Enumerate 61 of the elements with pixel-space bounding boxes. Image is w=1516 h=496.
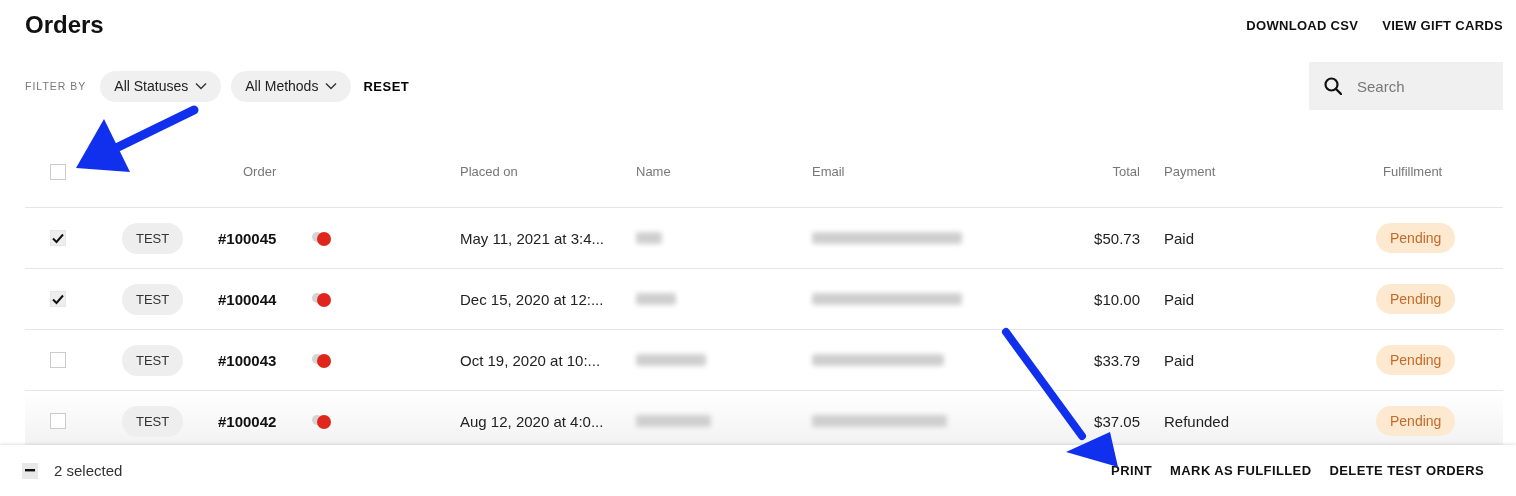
header-link[interactable]: VIEW GIFT CARDS — [1382, 17, 1503, 33]
table-cell: Oct 19, 2020 at 10:... — [460, 351, 601, 369]
column-header: Payment — [1164, 164, 1216, 179]
checkbox[interactable] — [50, 230, 66, 246]
order-number[interactable]: #100043 — [218, 351, 277, 369]
table-cell: Paid — [1164, 351, 1195, 369]
column-header: Fulfillment — [1383, 164, 1443, 179]
table-cell: $10.00 — [1094, 290, 1140, 308]
table-cell: Paid — [1164, 229, 1195, 247]
page-title: Orders — [25, 11, 104, 39]
table-cell: May 11, 2021 at 3:4... — [460, 229, 604, 247]
filter-label: FILTER BY — [25, 80, 87, 92]
test-badge: TEST — [122, 405, 184, 437]
table-cell: Refunded — [1164, 412, 1230, 430]
blurred-text — [636, 293, 676, 305]
header-link[interactable]: DOWNLOAD CSV — [1246, 17, 1359, 33]
status-badge: Pending — [1376, 223, 1456, 253]
reset-button[interactable]: RESET — [361, 78, 412, 94]
column-header: Name — [636, 164, 671, 179]
checkmark-icon — [51, 232, 65, 244]
checkmark-icon — [51, 293, 65, 305]
order-number[interactable]: #100045 — [218, 229, 277, 247]
test-badge: TEST — [122, 283, 184, 315]
status-badge: Pending — [1376, 345, 1456, 375]
table-cell: Aug 12, 2020 at 4:0... — [460, 412, 604, 430]
action-button[interactable]: DELETE TEST ORDERS — [1329, 463, 1484, 478]
checkbox[interactable] — [50, 163, 66, 180]
chevron-down-icon — [195, 82, 208, 90]
checkbox[interactable] — [50, 291, 66, 307]
blurred-text — [636, 354, 706, 366]
checkbox[interactable] — [50, 352, 66, 368]
test-badge: TEST — [122, 222, 184, 254]
status-dot-icon — [312, 351, 332, 369]
table-cell: Paid — [1164, 290, 1195, 308]
action-button[interactable]: MARK AS FULFILLED — [1170, 463, 1312, 478]
selection-count: 2 selected — [54, 462, 123, 479]
order-number[interactable]: #100042 — [218, 412, 277, 430]
column-header: Order — [243, 164, 277, 179]
status-badge: Pending — [1376, 406, 1456, 436]
checkbox[interactable] — [50, 413, 66, 429]
filter-dropdown[interactable]: All Methods — [231, 70, 352, 102]
blurred-text — [636, 232, 662, 244]
table-cell: $50.73 — [1094, 229, 1140, 247]
column-header: Placed on — [460, 164, 518, 179]
column-header: Email — [812, 164, 845, 179]
minus-icon — [25, 469, 35, 472]
status-badge: Pending — [1376, 284, 1456, 314]
search-field[interactable]: Search — [1309, 62, 1503, 110]
table-cell: Dec 15, 2020 at 12:... — [460, 290, 604, 308]
table-cell: $33.79 — [1094, 351, 1140, 369]
status-dot-icon — [312, 290, 332, 308]
status-dot-icon — [312, 412, 332, 430]
status-dot-icon — [312, 229, 332, 247]
table-cell: $37.05 — [1094, 412, 1140, 430]
order-number[interactable]: #100044 — [218, 290, 277, 308]
checkbox[interactable] — [22, 462, 38, 479]
filter-dropdown[interactable]: All Statuses — [100, 70, 222, 102]
test-badge: TEST — [122, 344, 184, 376]
column-header: Total — [1112, 164, 1140, 179]
action-button[interactable]: PRINT — [1111, 463, 1153, 478]
chevron-down-icon — [325, 82, 338, 90]
